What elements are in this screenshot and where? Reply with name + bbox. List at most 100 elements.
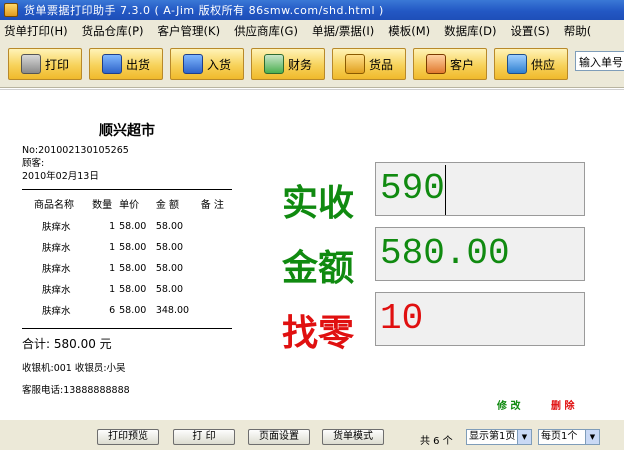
item-qty: 6 bbox=[109, 304, 116, 316]
receipt-preview: 顺兴超市 No:201002130105265 顾客: 2010年02月13日 … bbox=[22, 120, 242, 396]
page-setup-button[interactable]: 页面设置 bbox=[248, 429, 310, 445]
item-qty: 1 bbox=[109, 241, 116, 253]
item-price: 58.00 bbox=[119, 220, 147, 232]
print-preview-button[interactable]: 打印预览 bbox=[97, 429, 159, 445]
col-header-qty: 数量 bbox=[92, 200, 113, 211]
per-page-select[interactable]: 每页1个 ▼ bbox=[538, 429, 600, 445]
receipt-divider bbox=[22, 189, 232, 190]
item-name: 肤痒水 bbox=[42, 264, 71, 275]
order-number-input[interactable]: 输入单号 bbox=[575, 51, 624, 71]
menu-item-suppliers[interactable]: 供应商库(G) bbox=[234, 23, 298, 39]
item-name: 肤痒水 bbox=[42, 243, 71, 254]
customer-toolbar-label: 客户 bbox=[449, 57, 474, 72]
print-button[interactable]: 打 印 bbox=[173, 429, 235, 445]
item-price: 58.00 bbox=[119, 283, 147, 295]
item-qty: 1 bbox=[109, 283, 116, 295]
order-mode-button[interactable]: 货单模式 bbox=[322, 429, 384, 445]
receipt-customer: 顾客: bbox=[22, 158, 45, 169]
received-label: 实收 bbox=[282, 182, 355, 224]
item-name: 肤痒水 bbox=[42, 306, 71, 317]
item-amount: 58.00 bbox=[155, 241, 184, 253]
main-panel: 顺兴超市 No:201002130105265 顾客: 2010年02月13日 … bbox=[0, 89, 624, 419]
shop-name: 顺兴超市 bbox=[99, 123, 155, 139]
finance-toolbar-label: 财务 bbox=[287, 57, 312, 72]
goods-toolbar-button[interactable]: 货品 bbox=[332, 48, 406, 80]
window-title: 货单票据打印助手 7.3.0 ( A-Jim 版权所有 86smw.com/sh… bbox=[24, 4, 384, 17]
customers-icon bbox=[425, 54, 446, 74]
menu-item-order-print[interactable]: 货单打印(H) bbox=[4, 23, 68, 39]
item-note bbox=[201, 238, 232, 259]
menu-item-customers[interactable]: 客户管理(K) bbox=[158, 23, 221, 39]
item-note bbox=[201, 259, 232, 280]
per-page-select-value: 每页1个 bbox=[541, 431, 578, 442]
supplier-icon bbox=[506, 54, 527, 74]
col-header-name: 商品名称 bbox=[34, 200, 74, 211]
printer-icon bbox=[20, 54, 41, 74]
table-row: 肤痒水 1 58.00 58.00 bbox=[22, 238, 232, 259]
menu-item-database[interactable]: 数据库(D) bbox=[444, 23, 496, 39]
item-count: 共 6 个 bbox=[420, 436, 453, 447]
finance-toolbar-button[interactable]: 财务 bbox=[251, 48, 325, 80]
out-toolbar-label: 出货 bbox=[125, 57, 150, 72]
ship-out-icon bbox=[101, 54, 122, 74]
gift-box-icon bbox=[344, 54, 365, 74]
supply-toolbar-label: 供应 bbox=[530, 57, 555, 72]
chevron-down-icon: ▼ bbox=[585, 430, 599, 444]
print-toolbar-button[interactable]: 打印 bbox=[8, 48, 82, 80]
col-header-price: 单价 bbox=[119, 200, 140, 211]
supply-toolbar-button[interactable]: 供应 bbox=[494, 48, 568, 80]
table-header-row: 商品名称 数量 单价 金 额 备 注 bbox=[22, 194, 232, 217]
table-row: 肤痒水 6 58.00 348.00 bbox=[22, 301, 232, 322]
edit-link[interactable]: 修 改 bbox=[497, 397, 520, 412]
cash-register-icon bbox=[263, 54, 284, 74]
in-toolbar-label: 入货 bbox=[206, 57, 231, 72]
item-amount: 348.00 bbox=[155, 304, 190, 316]
item-qty: 1 bbox=[109, 262, 116, 274]
page-select-value: 显示第1页 bbox=[469, 431, 516, 442]
delete-link[interactable]: 删 除 bbox=[551, 397, 574, 412]
item-price: 58.00 bbox=[119, 262, 147, 274]
change-field: 10 bbox=[375, 292, 585, 346]
item-amount: 58.00 bbox=[155, 220, 184, 232]
app-icon bbox=[4, 3, 18, 17]
page-select[interactable]: 显示第1页 ▼ bbox=[466, 429, 532, 445]
menu-item-settings[interactable]: 设置(S) bbox=[510, 23, 549, 39]
received-input[interactable]: 590 bbox=[375, 162, 585, 216]
table-row: 肤痒水 1 58.00 58.00 bbox=[22, 280, 232, 301]
change-label: 找零 bbox=[282, 312, 355, 354]
menu-item-help[interactable]: 帮助( bbox=[564, 23, 592, 39]
item-name: 肤痒水 bbox=[42, 285, 71, 296]
item-amount: 58.00 bbox=[155, 283, 184, 295]
receipt-total: 合计: 580.00 元 bbox=[22, 337, 112, 351]
chevron-down-icon: ▼ bbox=[517, 430, 531, 444]
out-toolbar-button[interactable]: 出货 bbox=[89, 48, 163, 80]
customer-toolbar-button[interactable]: 客户 bbox=[413, 48, 487, 80]
item-amount: 58.00 bbox=[155, 262, 184, 274]
receipt-date: 2010年02月13日 bbox=[22, 171, 99, 182]
receipt-phone: 客服电话:13888888888 bbox=[22, 385, 130, 396]
table-row: 肤痒水 1 58.00 58.00 bbox=[22, 217, 232, 238]
title-bar: 货单票据打印助手 7.3.0 ( A-Jim 版权所有 86smw.com/sh… bbox=[0, 0, 624, 20]
amount-label: 金额 bbox=[282, 247, 355, 289]
goods-toolbar-label: 货品 bbox=[368, 57, 393, 72]
menu-bar: 货单打印(H) 货品仓库(P) 客户管理(K) 供应商库(G) 单据/票据(I)… bbox=[0, 20, 624, 42]
item-price: 58.00 bbox=[119, 304, 147, 316]
item-note bbox=[201, 217, 232, 238]
receipt-divider bbox=[22, 328, 232, 329]
in-toolbar-button[interactable]: 入货 bbox=[170, 48, 244, 80]
amount-field: 580.00 bbox=[375, 227, 585, 281]
print-toolbar-label: 打印 bbox=[44, 57, 69, 72]
receipt-cashier: 收银机:001 收银员:小吴 bbox=[22, 363, 126, 374]
col-header-amount: 金 额 bbox=[155, 200, 180, 211]
table-row: 肤痒水 1 58.00 58.00 bbox=[22, 259, 232, 280]
item-name: 肤痒水 bbox=[42, 222, 71, 233]
item-note bbox=[201, 301, 232, 322]
menu-item-warehouse[interactable]: 货品仓库(P) bbox=[82, 23, 144, 39]
menu-item-documents[interactable]: 单据/票据(I) bbox=[312, 23, 374, 39]
item-qty: 1 bbox=[109, 220, 116, 232]
menu-item-templates[interactable]: 模板(M) bbox=[388, 23, 430, 39]
item-price: 58.00 bbox=[119, 241, 147, 253]
col-header-note: 备 注 bbox=[200, 200, 224, 211]
receive-in-icon bbox=[182, 54, 203, 74]
item-note bbox=[201, 280, 232, 301]
